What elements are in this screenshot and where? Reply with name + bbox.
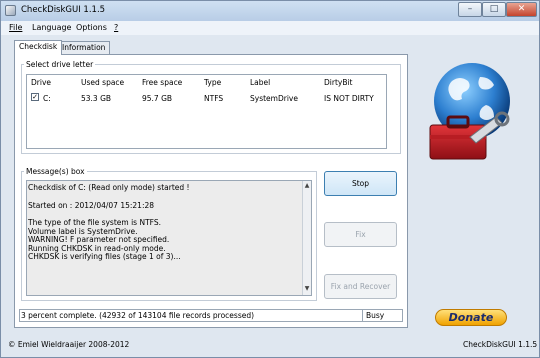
title-bar: CheckDiskGUI 1.1.5 – □ ✕ [1, 1, 539, 21]
stop-button[interactable]: Stop [324, 171, 397, 196]
version-text: CheckDiskGUI 1.1.5 [463, 340, 538, 349]
menu-bar: File Language Options ? [1, 21, 539, 35]
main-window: CheckDiskGUI 1.1.5 – □ ✕ File Language O… [0, 0, 540, 358]
message-line: Started on : 2012/04/07 15:21:28 [28, 201, 155, 210]
type-value: NTFS [204, 94, 224, 103]
drive-group-title: Select drive letter [24, 60, 96, 69]
label-value: SystemDrive [250, 94, 298, 103]
fix-and-recover-button[interactable]: Fix and Recover [324, 274, 397, 299]
message-line: The type of the file system is NTFS. [28, 218, 161, 227]
menu-language[interactable]: Language [32, 23, 71, 32]
scroll-up-icon[interactable]: ▲ [304, 182, 310, 189]
menu-file[interactable]: File [9, 23, 22, 32]
status-divider [362, 309, 363, 322]
tab-checkdisk[interactable]: Checkdisk [14, 40, 63, 55]
message-line: CHKDSK is verifying files (stage 1 of 3)… [28, 252, 181, 261]
app-icon [5, 5, 16, 16]
message-group-title: Message(s) box [24, 167, 87, 176]
menu-options-label: Options [76, 23, 107, 32]
menu-options[interactable]: Options [76, 23, 107, 32]
col-type[interactable]: Type [204, 78, 221, 87]
status-state: Busy [366, 311, 385, 320]
menu-file-label: File [9, 23, 23, 32]
close-button[interactable]: ✕ [506, 2, 537, 17]
col-used-space[interactable]: Used space [81, 78, 124, 87]
menu-language-label: Language [32, 23, 72, 32]
drive-letter[interactable]: C: [43, 94, 51, 103]
menu-help-label: ? [114, 23, 119, 32]
menu-help[interactable]: ? [114, 23, 118, 32]
window-title: CheckDiskGUI 1.1.5 [21, 5, 106, 15]
message-line: Checkdisk of C: (Read only mode) started… [28, 183, 190, 192]
message-scrollbar[interactable]: ▲ ▼ [302, 181, 311, 295]
maximize-button[interactable]: □ [482, 2, 506, 17]
col-dirtybit[interactable]: DirtyBit [324, 78, 353, 87]
col-free-space[interactable]: Free space [142, 78, 182, 87]
scroll-down-icon[interactable]: ▼ [304, 285, 310, 292]
fix-button[interactable]: Fix [324, 222, 397, 247]
progress-text: 3 percent complete. (42932 of 143104 fil… [21, 311, 255, 320]
tab-information[interactable]: Information [57, 41, 111, 54]
free-space-value: 95.7 GB [142, 94, 173, 103]
dirtybit-value: IS NOT DIRTY [324, 94, 374, 103]
donate-button[interactable]: Donate [435, 309, 507, 326]
globe-toolbox-icon [429, 63, 510, 160]
used-space-value: 53.3 GB [81, 94, 112, 103]
col-label[interactable]: Label [250, 78, 270, 87]
drive-checkbox[interactable]: ✓ [31, 93, 39, 101]
col-drive[interactable]: Drive [31, 78, 51, 87]
copyright-text: © Emiel Wieldraaijer 2008-2012 [8, 340, 130, 349]
minimize-button[interactable]: – [458, 2, 482, 17]
message-line: WARNING! F parameter not specified. [28, 235, 170, 244]
